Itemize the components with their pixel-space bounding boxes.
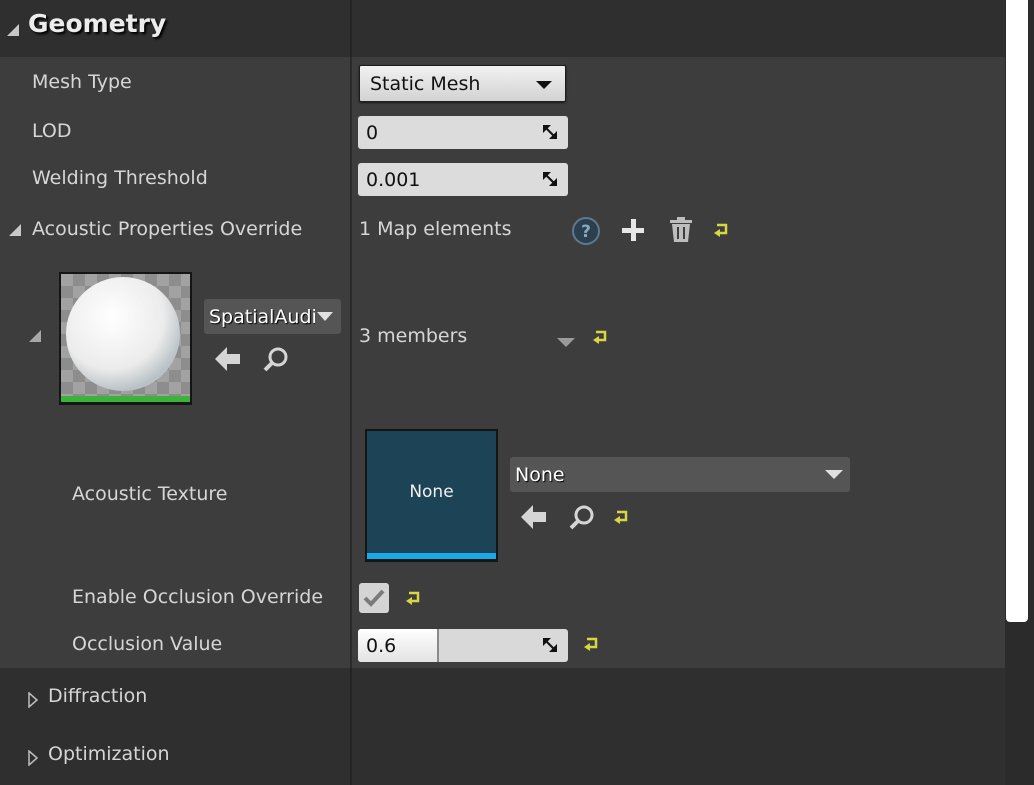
welding-threshold-label: Welding Threshold — [32, 167, 208, 189]
asset-thumbnail[interactable] — [59, 272, 192, 405]
chevron-down-icon — [536, 81, 552, 89]
reset-to-default-icon[interactable] — [405, 589, 423, 611]
asset-type-bar — [61, 396, 190, 402]
welding-threshold-value: 0.001 — [366, 168, 421, 191]
acoustic-override-label: Acoustic Properties Override — [32, 218, 303, 240]
welding-threshold-input[interactable]: 0.001 — [358, 163, 568, 196]
search-icon[interactable] — [262, 346, 290, 378]
column-splitter[interactable] — [350, 57, 352, 668]
triangle-right-icon[interactable] — [28, 749, 39, 770]
reset-to-default-icon[interactable] — [713, 221, 731, 243]
category-optimization[interactable]: Optimization — [48, 743, 170, 765]
occlusion-value-text: 0.6 — [366, 634, 397, 657]
spin-arrows-icon[interactable] — [542, 124, 558, 140]
column-splitter[interactable] — [350, 668, 352, 785]
mesh-type-dropdown[interactable]: Static Mesh — [359, 65, 566, 102]
column-splitter[interactable] — [350, 0, 352, 57]
occlusion-value-slider[interactable]: 0.6 — [358, 629, 568, 662]
enable-occlusion-override-checkbox[interactable] — [359, 583, 389, 613]
trash-icon[interactable] — [669, 217, 693, 247]
collapsed-categories-area — [0, 668, 1005, 785]
plus-icon[interactable] — [621, 218, 645, 246]
chevron-down-icon — [317, 311, 333, 321]
occlusion-value-label: Occlusion Value — [72, 633, 223, 655]
spin-arrows-icon[interactable] — [542, 637, 558, 653]
triangle-right-icon[interactable] — [28, 691, 39, 712]
reset-to-default-icon[interactable] — [592, 328, 610, 350]
help-icon[interactable]: ? — [571, 216, 601, 250]
category-diffraction[interactable]: Diffraction — [48, 685, 147, 707]
chevron-down-icon — [825, 470, 843, 479]
triangle-down-icon[interactable] — [28, 328, 42, 347]
category-title: Geometry — [28, 9, 167, 38]
browse-back-arrow-icon[interactable] — [214, 346, 242, 376]
texture-thumbnail[interactable]: None — [365, 429, 498, 562]
mesh-type-value: Static Mesh — [370, 72, 481, 95]
checkmark-icon — [363, 589, 385, 607]
lod-label: LOD — [32, 120, 72, 142]
search-icon[interactable] — [568, 504, 596, 536]
mesh-type-label: Mesh Type — [32, 71, 132, 93]
lod-input[interactable]: 0 — [358, 116, 568, 149]
key-asset-value: SpatialAudi — [209, 305, 315, 328]
lod-value: 0 — [366, 121, 379, 144]
acoustic-texture-label: Acoustic Texture — [72, 483, 228, 505]
reset-to-default-icon[interactable] — [583, 635, 601, 657]
triangle-down-icon[interactable] — [8, 222, 22, 241]
chevron-down-icon[interactable] — [557, 333, 575, 352]
texture-thumbnail-text: None — [367, 431, 496, 553]
category-expand-triangle-icon[interactable] — [6, 22, 20, 41]
asset-type-bar — [367, 553, 496, 559]
spin-arrows-icon[interactable] — [542, 171, 558, 187]
key-asset-dropdown[interactable]: SpatialAudi — [204, 299, 341, 334]
acoustic-texture-value: None — [515, 463, 565, 486]
browse-back-arrow-icon[interactable] — [520, 504, 548, 534]
members-summary: 3 members — [359, 325, 468, 347]
reset-to-default-icon[interactable] — [613, 508, 631, 530]
scrollbar-thumb[interactable] — [1006, 0, 1028, 622]
map-elements-summary: 1 Map elements — [359, 218, 512, 240]
acoustic-texture-dropdown[interactable]: None — [510, 457, 850, 492]
svg-text:?: ? — [581, 222, 591, 242]
enable-occlusion-override-label: Enable Occlusion Override — [72, 586, 324, 608]
